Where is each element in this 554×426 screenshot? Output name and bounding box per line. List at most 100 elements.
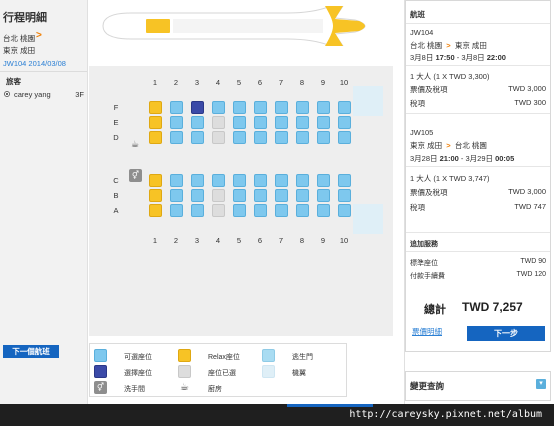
legend-label: 逃生門 xyxy=(292,354,313,361)
passenger-radio[interactable] xyxy=(4,91,10,97)
seat-6F[interactable] xyxy=(254,101,267,114)
seat-9B[interactable] xyxy=(317,189,330,202)
wing-swatch-icon xyxy=(262,365,275,378)
row-letter: B xyxy=(113,191,119,200)
seat-3E[interactable] xyxy=(191,116,204,129)
seat-8E[interactable] xyxy=(296,116,309,129)
column-number: 7 xyxy=(278,236,284,245)
seat-7E[interactable] xyxy=(275,116,288,129)
divider xyxy=(406,232,550,233)
seat-7B[interactable] xyxy=(275,189,288,202)
seat-3F[interactable] xyxy=(191,101,204,114)
flight-from: 東京 成田 xyxy=(410,141,443,150)
legend-label: 洗手間 xyxy=(124,386,145,393)
legend-label: 可選座位 xyxy=(124,354,152,361)
seat-5B[interactable] xyxy=(233,189,246,202)
seat-3B[interactable] xyxy=(191,189,204,202)
divider xyxy=(0,71,87,72)
seat-4F[interactable] xyxy=(212,101,225,114)
seat-5D[interactable] xyxy=(233,131,246,144)
column-number: 1 xyxy=(152,236,158,245)
addon-label: 標準座位 xyxy=(410,260,438,267)
airplane-outline-icon xyxy=(102,6,366,46)
seat-4C[interactable] xyxy=(212,174,225,187)
seat-5C[interactable] xyxy=(233,174,246,187)
change-search-box[interactable]: 變更查詢 ▾ xyxy=(405,371,551,401)
change-search-label: 變更查詢 xyxy=(410,381,445,391)
seat-1F[interactable] xyxy=(149,101,162,114)
legend-label: 座位已選 xyxy=(208,370,236,377)
seat-10D[interactable] xyxy=(338,131,351,144)
seat-6D[interactable] xyxy=(254,131,267,144)
total-value: TWD 7,257 xyxy=(462,300,523,314)
seat-8F[interactable] xyxy=(296,101,309,114)
seat-2C[interactable] xyxy=(170,174,183,187)
column-number: 2 xyxy=(173,78,179,87)
seat-8B[interactable] xyxy=(296,189,309,202)
legend-label: Relax座位 xyxy=(208,354,240,361)
next-flight-button[interactable]: 下一個航班 xyxy=(3,345,59,358)
seat-10B[interactable] xyxy=(338,189,351,202)
seat-6E[interactable] xyxy=(254,116,267,129)
seat-5A[interactable] xyxy=(233,204,246,217)
seat-3D[interactable] xyxy=(191,131,204,144)
seat-9E[interactable] xyxy=(317,116,330,129)
seat-6C[interactable] xyxy=(254,174,267,187)
seat-9F[interactable] xyxy=(317,101,330,114)
seat-9A[interactable] xyxy=(317,204,330,217)
seat-1B[interactable] xyxy=(149,189,162,202)
passenger-count: 1 大人 (1 X TWD 3,747) xyxy=(410,174,490,183)
column-number: 6 xyxy=(257,236,263,245)
column-number: 6 xyxy=(257,78,263,87)
seat-10A[interactable] xyxy=(338,204,351,217)
seat-9C[interactable] xyxy=(317,174,330,187)
dep-date: 3月8日 xyxy=(410,53,434,62)
seat-1D[interactable] xyxy=(149,131,162,144)
seat-1C[interactable] xyxy=(149,174,162,187)
seat-10C[interactable] xyxy=(338,174,351,187)
seat-6A[interactable] xyxy=(254,204,267,217)
next-step-button[interactable]: 下一步 xyxy=(467,326,545,341)
route-arrow-icon: > xyxy=(36,30,42,41)
itinerary-panel: 行程明細 台北 桃園 > 東京 成田 JW104 2014/03/08 旅客 c… xyxy=(0,0,88,426)
seat-1A[interactable] xyxy=(149,204,162,217)
legend-label: 機翼 xyxy=(292,370,306,377)
passenger-seat: 3F xyxy=(75,90,84,99)
seat-10F[interactable] xyxy=(338,101,351,114)
row-letter: F xyxy=(113,103,119,112)
seat-5E[interactable] xyxy=(233,116,246,129)
seat-map: 1 1 2 2 3 3 4 4 5 5 6 6 7 7 8 8 9 9 10 10 F E D C B A ☕ ⚥ xyxy=(89,66,393,336)
seat-2F[interactable] xyxy=(170,101,183,114)
seat-7C[interactable] xyxy=(275,174,288,187)
fare-details-link[interactable]: 票價明細 xyxy=(412,326,442,337)
seat-8C[interactable] xyxy=(296,174,309,187)
itinerary-flight-date[interactable]: JW104 2014/03/08 xyxy=(3,59,66,68)
seat-3A[interactable] xyxy=(191,204,204,217)
seat-6B[interactable] xyxy=(254,189,267,202)
seat-4A xyxy=(212,204,225,217)
seat-3C[interactable] xyxy=(191,174,204,187)
seat-7A[interactable] xyxy=(275,204,288,217)
seat-2D[interactable] xyxy=(170,131,183,144)
seat-9D[interactable] xyxy=(317,131,330,144)
column-number: 4 xyxy=(215,236,221,245)
seat-2B[interactable] xyxy=(170,189,183,202)
tax-value: TWD 747 xyxy=(514,202,546,211)
seat-7F[interactable] xyxy=(275,101,288,114)
seat-7D[interactable] xyxy=(275,131,288,144)
fare-label: 票價及稅項 xyxy=(410,188,448,197)
seat-5F[interactable] xyxy=(233,101,246,114)
total-label: 總計 xyxy=(424,304,446,316)
seat-1E[interactable] xyxy=(149,116,162,129)
selected-swatch-icon xyxy=(94,365,107,378)
seat-2E[interactable] xyxy=(170,116,183,129)
seat-8D[interactable] xyxy=(296,131,309,144)
seat-10E[interactable] xyxy=(338,116,351,129)
seat-8A[interactable] xyxy=(296,204,309,217)
chevron-down-icon[interactable]: ▾ xyxy=(536,379,546,389)
seat-2A[interactable] xyxy=(170,204,183,217)
column-number: 2 xyxy=(173,236,179,245)
flight-route: 台北 桃園 > 東京 成田 xyxy=(410,40,487,51)
arr-date: 3月29日 xyxy=(465,154,493,163)
fare-value: TWD 3,000 xyxy=(508,187,546,196)
